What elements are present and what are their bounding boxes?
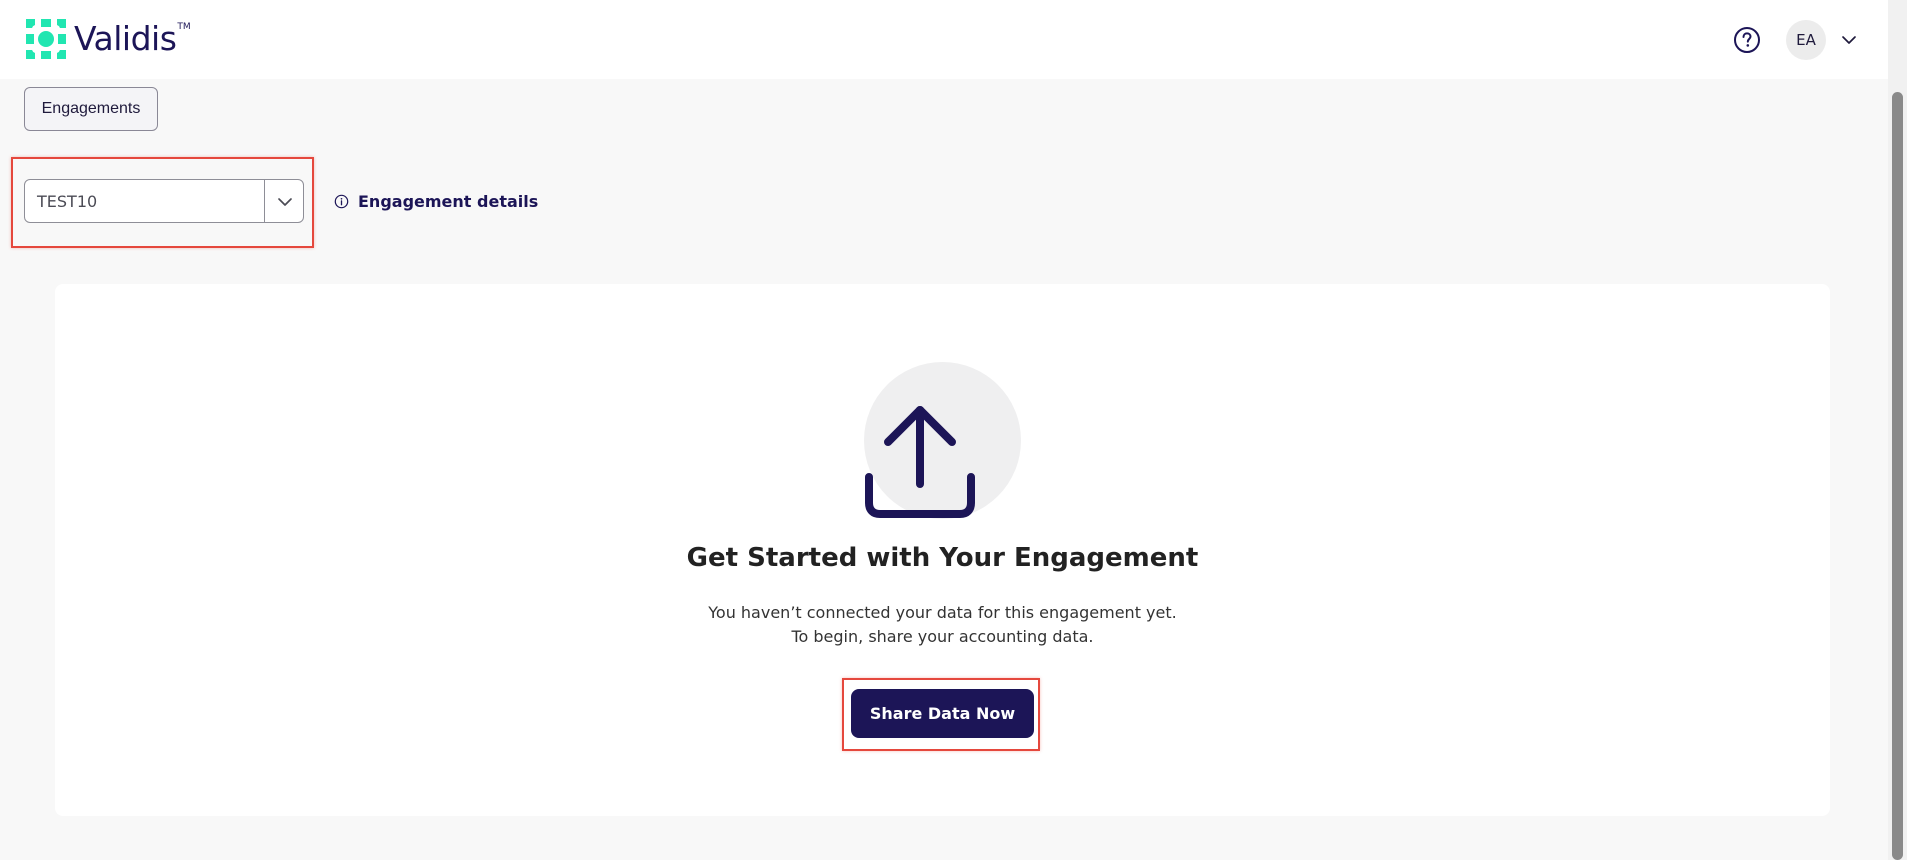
empty-state-description-line-1: You haven’t connected your data for this… — [708, 603, 1177, 622]
logo-wordmark: Validis — [74, 18, 177, 58]
engagement-select[interactable]: TEST10 — [24, 179, 304, 223]
engagement-details-link[interactable]: Engagement details — [334, 192, 538, 211]
select-divider — [264, 180, 265, 222]
share-data-now-button[interactable]: Share Data Now — [851, 689, 1034, 738]
engagement-details-label: Engagement details — [358, 192, 539, 211]
chevron-down-icon[interactable] — [275, 192, 295, 212]
info-circle-icon — [334, 194, 349, 209]
top-header: Validis TM EA — [0, 0, 1888, 79]
validis-logo-icon — [26, 19, 66, 59]
user-avatar[interactable]: EA — [1786, 20, 1826, 60]
validis-logo[interactable]: Validis TM — [26, 19, 191, 59]
account-menu-chevron-icon[interactable] — [1840, 31, 1858, 49]
scrollbar-thumb[interactable] — [1892, 92, 1903, 860]
vertical-scrollbar[interactable] — [1888, 0, 1907, 860]
upload-icon — [865, 406, 975, 518]
empty-state-description-line-2: To begin, share your accounting data. — [791, 627, 1094, 646]
help-icon[interactable] — [1733, 26, 1761, 54]
engagements-button[interactable]: Engagements — [24, 87, 158, 131]
empty-state-title: Get Started with Your Engagement — [686, 543, 1199, 573]
selected-engagement-value: TEST10 — [37, 192, 98, 211]
trademark-symbol: TM — [177, 22, 191, 32]
app-page: Validis TM EA Engagements TEST10 Engagem… — [0, 0, 1907, 860]
